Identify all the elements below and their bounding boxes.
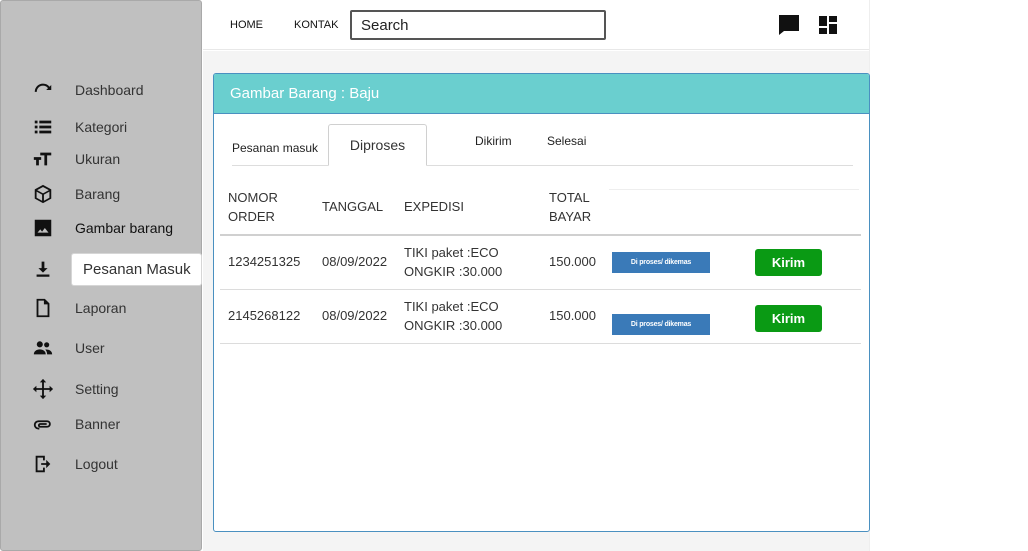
panel-header: Gambar Barang : Baju bbox=[214, 74, 869, 114]
header-text: TOTAL bbox=[549, 190, 590, 205]
expedisi-line: TIKI paket :ECO bbox=[404, 299, 499, 314]
sidebar: Dashboard Kategori Ukuran Barang Gambar … bbox=[0, 0, 202, 551]
tab-pesanan-masuk[interactable]: Pesanan masuk bbox=[232, 141, 318, 155]
column-header-total-bayar: TOTAL BAYAR bbox=[549, 188, 591, 226]
search-input[interactable] bbox=[350, 10, 606, 40]
header-top-line bbox=[609, 189, 859, 190]
order-number: 1234251325 bbox=[228, 254, 301, 269]
header-text: BAYAR bbox=[549, 209, 592, 224]
sidebar-item-banner[interactable]: Banner bbox=[1, 409, 203, 439]
order-total: 150.000 bbox=[549, 308, 596, 323]
nav-link-kontak[interactable]: KONTAK bbox=[294, 19, 338, 31]
expedisi-line: ONGKIR :30.000 bbox=[404, 264, 503, 279]
kirim-button[interactable]: Kirim bbox=[755, 305, 822, 332]
order-expedisi: TIKI paket :ECO ONGKIR :30.000 bbox=[404, 243, 502, 281]
status-badge: Di proses/ dikemas bbox=[612, 252, 710, 273]
box-icon bbox=[32, 183, 54, 205]
text-size-icon bbox=[32, 148, 54, 170]
kirim-button[interactable]: Kirim bbox=[755, 249, 822, 276]
link-icon bbox=[32, 413, 54, 435]
tab-diproses[interactable]: Diproses bbox=[328, 124, 427, 166]
order-date: 08/09/2022 bbox=[322, 308, 388, 323]
expedisi-line: ONGKIR :30.000 bbox=[404, 318, 503, 333]
sidebar-item-label: Kategori bbox=[75, 119, 128, 135]
expedisi-line: TIKI paket :ECO bbox=[404, 245, 499, 260]
image-icon bbox=[32, 217, 54, 239]
column-header-nomor-order: NOMOR ORDER bbox=[228, 188, 278, 226]
file-icon bbox=[32, 297, 54, 319]
row-divider bbox=[220, 289, 861, 290]
nav-link-home[interactable]: HOME bbox=[230, 19, 263, 31]
order-date: 08/09/2022 bbox=[322, 254, 388, 269]
sidebar-item-laporan[interactable]: Laporan bbox=[1, 293, 203, 323]
sidebar-item-label: Logout bbox=[75, 456, 118, 472]
logout-icon bbox=[32, 453, 54, 475]
sidebar-item-gambar-barang[interactable]: Gambar barang bbox=[1, 213, 203, 243]
sidebar-item-setting[interactable]: Setting bbox=[1, 374, 203, 404]
header-text: ORDER bbox=[228, 209, 275, 224]
sidebar-item-label: Banner bbox=[75, 416, 121, 432]
sidebar-item-label: Barang bbox=[75, 186, 121, 202]
order-panel: Gambar Barang : Baju Pesanan masuk Dipro… bbox=[213, 73, 870, 532]
tabs-divider bbox=[232, 165, 853, 166]
order-number: 2145268122 bbox=[228, 308, 301, 323]
order-total: 150.000 bbox=[549, 254, 596, 269]
move-icon bbox=[32, 378, 54, 400]
tab-dikirim[interactable]: Dikirim bbox=[475, 134, 512, 148]
download-icon bbox=[32, 258, 54, 280]
sidebar-item-label: Gambar barang bbox=[75, 220, 174, 236]
header-text: NOMOR bbox=[228, 190, 278, 205]
sidebar-item-logout[interactable]: Logout bbox=[1, 449, 203, 479]
status-badge: Di proses/ dikemas bbox=[612, 314, 710, 335]
sidebar-item-label: Setting bbox=[75, 381, 119, 397]
sidebar-item-dashboard[interactable]: Dashboard bbox=[1, 75, 203, 105]
top-navbar: HOME KONTAK bbox=[203, 0, 869, 50]
users-icon bbox=[32, 337, 54, 359]
sidebar-item-pesanan-masuk-active[interactable]: Pesanan Masuk bbox=[71, 253, 202, 286]
chat-icon[interactable] bbox=[777, 13, 801, 37]
sidebar-item-label: User bbox=[75, 340, 105, 356]
header-divider bbox=[220, 234, 861, 236]
list-icon bbox=[32, 116, 54, 138]
sidebar-item-label: Laporan bbox=[75, 300, 127, 316]
order-expedisi: TIKI paket :ECO ONGKIR :30.000 bbox=[404, 297, 502, 335]
sidebar-item-label: Ukuran bbox=[75, 151, 121, 167]
tab-selesai[interactable]: Selesai bbox=[547, 134, 586, 148]
column-header-tanggal: TANGGAL bbox=[322, 199, 384, 214]
panel-title: Gambar Barang : Baju bbox=[230, 85, 380, 102]
dashboard-icon bbox=[32, 79, 54, 101]
row-divider bbox=[220, 343, 861, 344]
dashboard-layout-icon[interactable] bbox=[816, 13, 840, 37]
sidebar-item-user[interactable]: User bbox=[1, 333, 203, 363]
sidebar-item-ukuran[interactable]: Ukuran bbox=[1, 144, 203, 174]
sidebar-item-kategori[interactable]: Kategori bbox=[1, 112, 203, 142]
sidebar-item-barang[interactable]: Barang bbox=[1, 179, 203, 209]
column-header-expedisi: EXPEDISI bbox=[404, 199, 464, 214]
sidebar-item-label: Dashboard bbox=[75, 82, 144, 98]
